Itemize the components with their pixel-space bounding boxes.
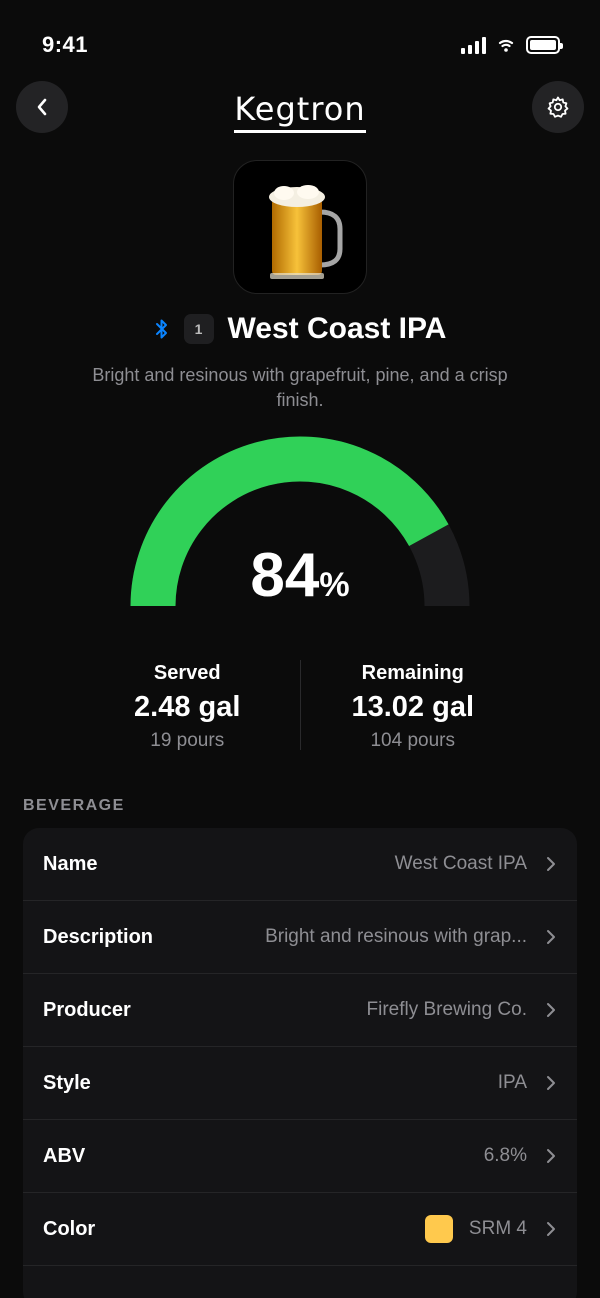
- remaining-pours: 104 pours: [370, 730, 455, 751]
- beverage-title: West Coast IPA: [227, 312, 447, 345]
- settings-button[interactable]: [532, 81, 584, 133]
- beer-mug-image: [269, 185, 343, 279]
- wifi-icon: [498, 39, 514, 52]
- keg-stats: Served 2.48 gal 19 pours Remaining 13.02…: [75, 660, 525, 752]
- beverage-description: Bright and resinous with grapefruit, pin…: [92, 365, 508, 410]
- row-description[interactable]: Description Bright and resinous with gra…: [23, 901, 577, 974]
- color-swatch: [424, 1215, 453, 1243]
- row-style[interactable]: Style IPA: [23, 1047, 577, 1120]
- app-logo: Kegtron: [0, 90, 600, 133]
- chevron-right-icon: [547, 1003, 555, 1017]
- row-abv[interactable]: ABV 6.8%: [23, 1120, 577, 1193]
- beverage-title-row: 1 West Coast IPA: [0, 312, 600, 346]
- gear-icon: [547, 96, 569, 118]
- chevron-right-icon: [547, 1149, 555, 1163]
- chevron-right-icon: [547, 1076, 555, 1090]
- section-title: BEVERAGE: [23, 797, 125, 814]
- served-pours: 19 pours: [150, 730, 225, 751]
- status-time: 9:41: [42, 32, 89, 57]
- served-value: 2.48 gal: [134, 691, 241, 723]
- remaining-value: 13.02 gal: [351, 691, 475, 723]
- chevron-right-icon: [547, 1222, 555, 1236]
- status-bar: 9:41: [0, 0, 600, 90]
- remaining-stat: Remaining 13.02 gal 104 pours: [301, 660, 526, 752]
- row-name[interactable]: Name West Coast IPA: [23, 828, 577, 901]
- row-producer[interactable]: Producer Firefly Brewing Co.: [23, 974, 577, 1047]
- served-label: Served: [153, 662, 221, 684]
- tap-number-badge: 1: [183, 314, 214, 344]
- signal-icon: [461, 36, 486, 54]
- bluetooth-icon: [155, 319, 167, 339]
- row-partial[interactable]: [23, 1266, 577, 1298]
- status-icons: [461, 36, 563, 54]
- battery-icon: [526, 36, 563, 54]
- remaining-label: Remaining: [361, 662, 464, 684]
- chevron-right-icon: [547, 857, 555, 871]
- row-color[interactable]: Color SRM 4: [23, 1193, 577, 1266]
- chevron-right-icon: [547, 930, 555, 944]
- keg-level-percent: 84%: [250, 541, 350, 610]
- served-stat: Served 2.48 gal 19 pours: [75, 660, 300, 752]
- beverage-image[interactable]: [233, 160, 367, 294]
- beverage-settings-list: Name West Coast IPA Description Bright a…: [23, 828, 577, 1298]
